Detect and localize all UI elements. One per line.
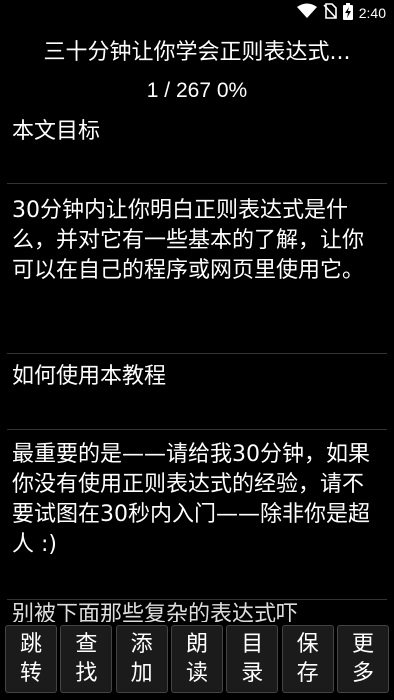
read-aloud-button-label-1: 朗	[185, 632, 208, 657]
more-button[interactable]: 更 多	[336, 625, 389, 693]
status-time: 2:40	[358, 5, 386, 21]
paragraph: 最重要的是——请给我30分钟，如果你没有使用正则表达式的经验，请不要试图在30秒…	[7, 430, 387, 600]
search-button-label-2: 找	[75, 661, 98, 686]
status-icons: 2:40	[296, 2, 386, 24]
save-button-label-1: 保	[296, 632, 319, 657]
paragraph: 本文目标	[7, 112, 387, 184]
wifi-icon	[296, 3, 317, 23]
status-bar: 2:40	[0, 0, 394, 26]
toc-button-label-2: 录	[241, 661, 264, 686]
jump-button-label-2: 转	[19, 661, 42, 686]
add-button[interactable]: 添 加	[115, 625, 168, 693]
search-button-label-1: 查	[75, 632, 98, 657]
no-sim-icon	[323, 3, 337, 23]
jump-button[interactable]: 跳 转	[5, 625, 57, 693]
search-button[interactable]: 查 找	[60, 625, 113, 693]
paragraph: 别被下面那些复杂的表达式吓	[12, 602, 299, 622]
save-button-label-2: 存	[296, 661, 319, 686]
paragraph: 30分钟内让你明白正则表达式是什么，并对它有一些基本的了解，让你可以在自己的程序…	[7, 184, 387, 354]
add-button-label-1: 添	[130, 632, 153, 657]
add-button-label-2: 加	[130, 661, 153, 686]
save-button[interactable]: 保 存	[281, 625, 334, 693]
reading-content[interactable]: 本文目标 30分钟内让你明白正则表达式是什么，并对它有一些基本的了解，让你可以在…	[7, 112, 387, 622]
toc-button[interactable]: 目 录	[226, 625, 279, 693]
read-aloud-button[interactable]: 朗 读	[170, 625, 223, 693]
battery-charging-icon	[342, 2, 353, 24]
read-aloud-button-label-2: 读	[185, 661, 208, 686]
reading-progress: 1 / 267 0%	[146, 79, 248, 102]
bottom-toolbar: 跳 转 查 找 添 加 朗 读 目 录 保 存 更 多	[0, 622, 394, 694]
more-button-label-1: 更	[351, 632, 374, 657]
toc-button-label-1: 目	[241, 632, 264, 657]
book-title: 三十分钟让你学会正则表达式...	[43, 40, 351, 65]
paragraph: 如何使用本教程	[7, 354, 387, 430]
more-button-label-2: 多	[351, 661, 374, 686]
jump-button-label-1: 跳	[19, 632, 42, 657]
